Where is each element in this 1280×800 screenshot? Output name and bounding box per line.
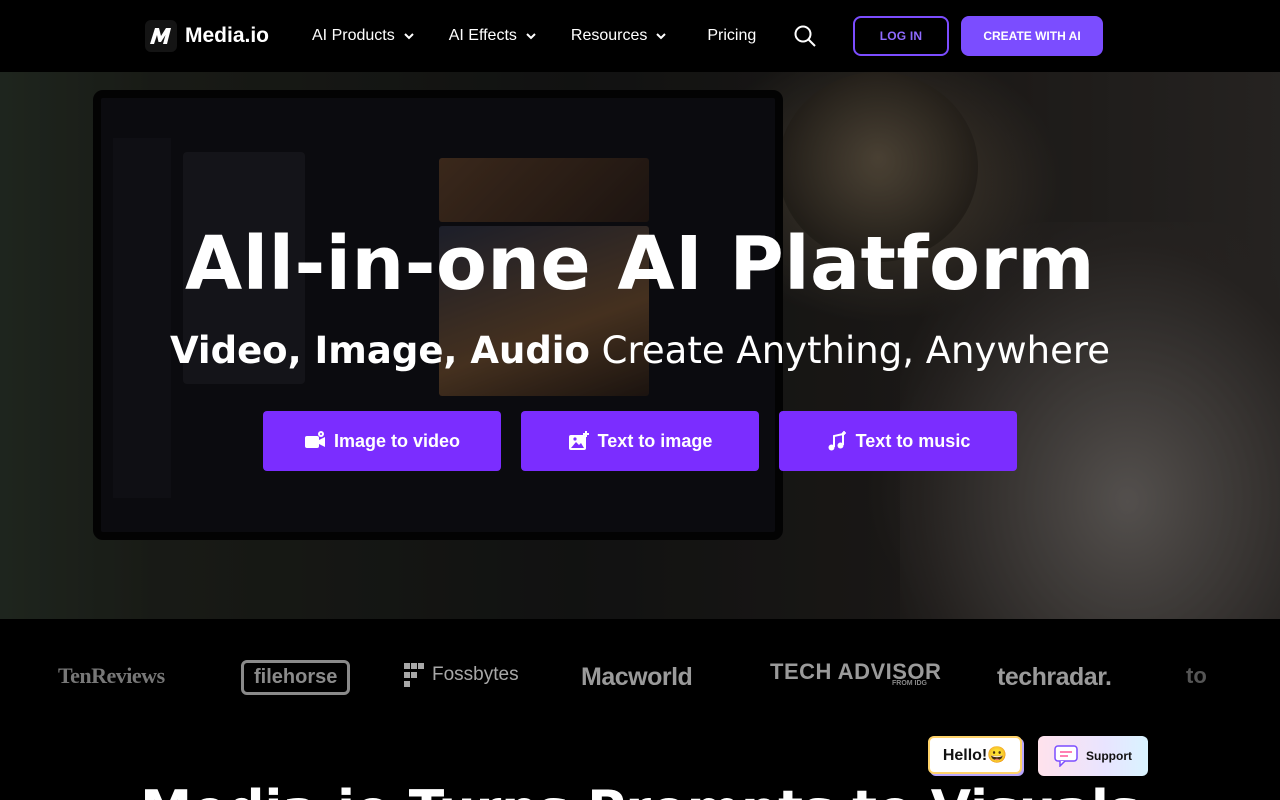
macworld-logo: Macworld [581, 663, 693, 691]
menu-ai-products[interactable]: AI Products [312, 24, 415, 48]
text-to-image-button[interactable]: Text to image [521, 411, 759, 471]
create-with-ai-button[interactable]: CREATE WITH AI [961, 16, 1103, 56]
menu-label: AI Effects [448, 27, 517, 44]
menu-label: AI Products [312, 27, 395, 44]
chevron-down-icon [526, 33, 536, 40]
techradar-logo: techradar. [997, 663, 1112, 691]
menu-resources[interactable]: Resources [571, 24, 667, 48]
tech-advisor-sublabel: FROM IDG [892, 680, 927, 687]
chevron-down-icon [403, 33, 414, 40]
hero-cta-row: Image to video Text to image Text to mus… [263, 411, 1017, 471]
search-icon[interactable] [793, 24, 817, 48]
media-io-logo-icon [145, 20, 177, 52]
menu-ai-effects[interactable]: AI Effects [449, 24, 537, 48]
cta-label: Text to image [597, 430, 713, 451]
menu-label: Resources [570, 27, 648, 44]
menu-label: Pricing [707, 27, 757, 44]
login-button[interactable]: LOG IN [853, 16, 949, 56]
chat-bubble-icon [1054, 745, 1078, 767]
brand-name: Media.io [185, 24, 270, 47]
hero-section: All-in-one AI Platform Video, Image, Aud… [0, 72, 1280, 619]
music-note-icon [828, 431, 846, 451]
press-logo-strip: TenReviews filehorse Fossbytes Macworld … [0, 619, 1280, 739]
chevron-down-icon [656, 33, 667, 40]
cta-label: Text to music [855, 430, 971, 451]
fossbytes-logo: Fossbytes [404, 663, 519, 687]
fossbytes-label: Fossbytes [432, 664, 519, 685]
cta-label: Image to video [333, 430, 461, 451]
text-to-music-button[interactable]: Text to music [779, 411, 1017, 471]
video-camera-icon [304, 431, 325, 448]
image-to-video-button[interactable]: Image to video [263, 411, 501, 471]
image-plus-icon [568, 431, 589, 450]
partial-logo: to [1186, 663, 1207, 688]
hero-subtitle-rest: Create Anything, Anywhere [589, 329, 1111, 372]
hero-subtitle-bold: Video, Image, Audio [169, 329, 590, 372]
support-label: Support [1086, 749, 1132, 763]
top-navbar: Media.io AI Products AI Effects Resource… [0, 0, 1280, 72]
brand-logo[interactable]: Media.io [145, 20, 269, 52]
menu-pricing[interactable]: Pricing [707, 24, 756, 48]
fossbytes-mark-icon [404, 663, 424, 687]
hello-chat-bubble[interactable]: Hello!😀 [928, 736, 1022, 774]
hero-title: All-in-one AI Platform [184, 221, 1096, 307]
support-button[interactable]: Support [1038, 736, 1148, 776]
main-menu: AI Products AI Effects Resources Pricing [312, 24, 756, 48]
hero-subtitle: Video, Image, Audio Create Anything, Any… [0, 328, 1280, 374]
section-heading: Media.io Turns Prompts to Visuals [0, 780, 1280, 800]
filehorse-logo: filehorse [241, 660, 351, 695]
tenreviews-logo: TenReviews [58, 663, 165, 688]
